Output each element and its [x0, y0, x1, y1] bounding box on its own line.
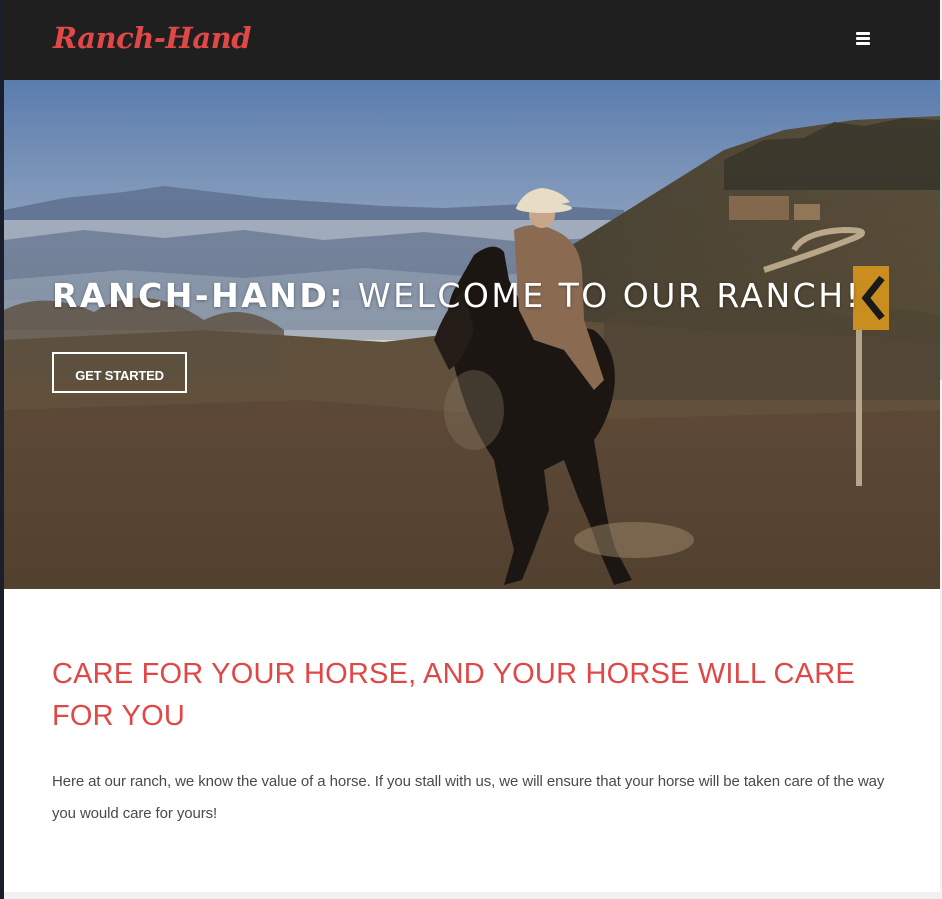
- hero-section: RANCH-HAND: WELCOME TO OUR RANCH! GET ST…: [4, 80, 940, 589]
- get-started-button[interactable]: GET STARTED: [52, 352, 187, 393]
- hero-title-brand: RANCH-HAND:: [52, 276, 345, 315]
- brand-logo[interactable]: Ranch-Hand: [53, 18, 251, 58]
- hero-title-tagline: WELCOME TO OUR RANCH!: [344, 276, 862, 315]
- hamburger-bar: [856, 42, 870, 45]
- section-body: Here at our ranch, we know the value of …: [52, 773, 885, 822]
- hamburger-bar: [856, 37, 870, 40]
- navbar: Ranch-Hand: [4, 0, 940, 80]
- hamburger-icon[interactable]: [852, 28, 876, 50]
- section-heading: CARE FOR YOUR HORSE, AND YOUR HORSE WILL…: [52, 658, 855, 732]
- hamburger-bar: [856, 32, 870, 35]
- hero-background-image: [4, 80, 940, 589]
- hero-title: RANCH-HAND: WELCOME TO OUR RANCH!: [52, 276, 861, 315]
- intro-section: CARE FOR YOUR HORSE, AND YOUR HORSE WILL…: [4, 589, 940, 892]
- page: Ranch-Hand RANCH-HAND: WELCOME TO OUR RA…: [0, 0, 942, 899]
